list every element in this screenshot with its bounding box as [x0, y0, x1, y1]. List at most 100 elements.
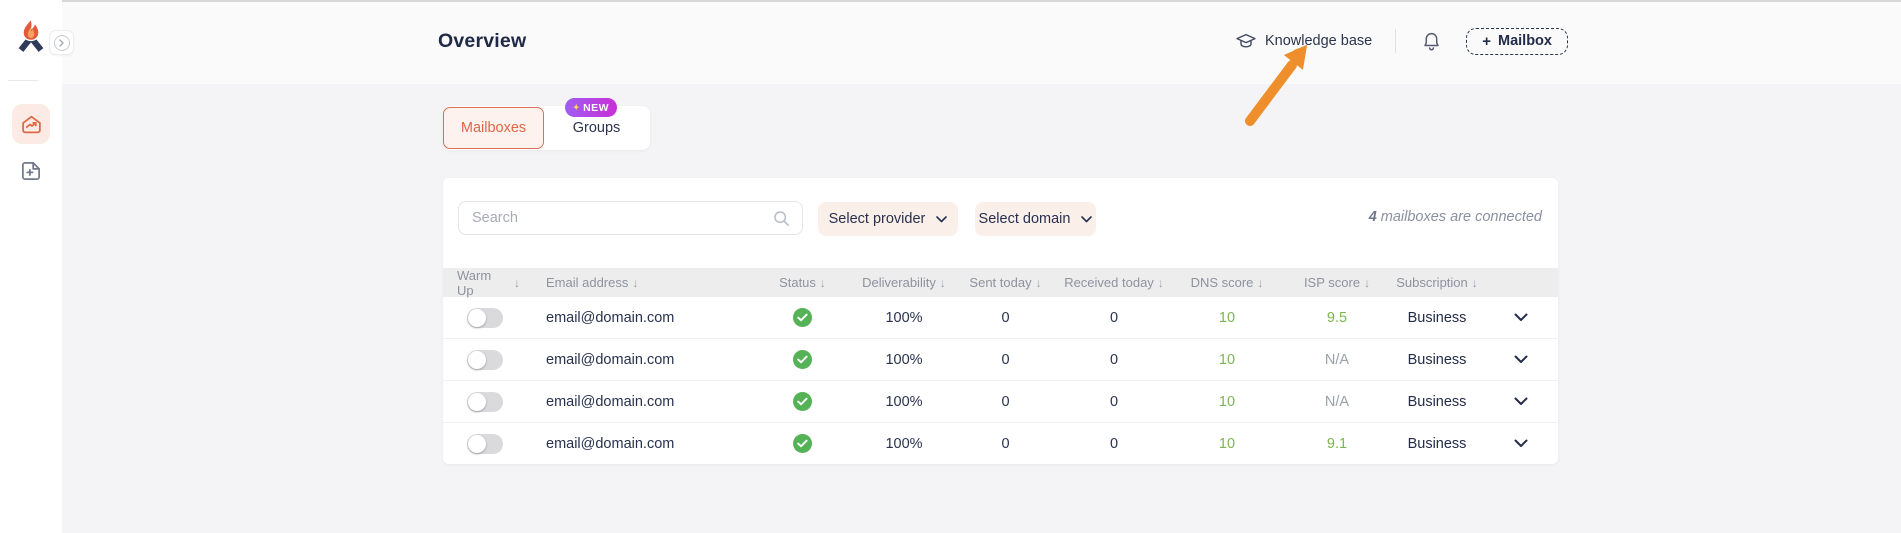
sort-arrow-icon: ↓ [1364, 276, 1370, 290]
search-box [458, 201, 803, 235]
sort-arrow-icon: ↓ [632, 276, 638, 290]
received-today-cell: 0 [1058, 352, 1170, 368]
column-header-status[interactable]: Status↓ [750, 268, 855, 297]
subscription-cell: Business [1390, 436, 1484, 452]
mailboxes-card: Select provider Select domain 4mailboxes… [443, 178, 1558, 464]
check-circle-icon [793, 308, 812, 327]
sent-today-cell: 0 [953, 310, 1058, 326]
expand-cell [1484, 388, 1558, 416]
new-badge-label: NEW [583, 102, 609, 114]
plus-icon: + [1482, 33, 1491, 50]
column-header-received-today[interactable]: Received today↓ [1058, 268, 1170, 297]
column-header-sent-today[interactable]: Sent today↓ [953, 268, 1058, 297]
subscription-label: Business [1408, 436, 1467, 452]
warmup-cell [443, 350, 520, 370]
top-bar [62, 0, 1901, 84]
dns-score-cell: 10 [1170, 352, 1284, 368]
column-header-isp-score[interactable]: ISP score ↓ [1284, 268, 1390, 297]
expand-cell [1484, 304, 1558, 332]
received-today-cell: 0 [1058, 436, 1170, 452]
table-body: email@domain.com100%00109.5Businessemail… [443, 297, 1558, 464]
column-header-dns-score[interactable]: DNS score↓ [1170, 268, 1284, 297]
sent-today-cell: 0 [953, 436, 1058, 452]
email-cell: email@domain.com [520, 310, 750, 326]
sidebar-divider [8, 80, 38, 81]
toggle-knob [468, 351, 486, 369]
column-header-label: Subscription [1396, 275, 1468, 290]
column-header-expand [1484, 268, 1558, 297]
flame-campfire-logo[interactable] [11, 16, 51, 56]
select-domain-label: Select domain [979, 211, 1071, 227]
mailbox-count-summary: 4mailboxes are connected [1369, 209, 1542, 225]
row-expand-chevron-icon[interactable] [1507, 304, 1535, 332]
home-trend-icon [20, 113, 43, 136]
file-plus-icon [18, 158, 44, 184]
search-input[interactable] [459, 210, 767, 226]
sort-arrow-icon: ↓ [1158, 276, 1164, 290]
table-row: email@domain.com100%00109.5Business [443, 297, 1558, 339]
status-cell [750, 392, 855, 411]
deliverability-cell: 100% [855, 352, 953, 368]
sidebar-item-overview[interactable] [12, 104, 50, 144]
dns-score-cell: 10 [1170, 310, 1284, 326]
search-icon [767, 210, 802, 227]
column-header-subscription[interactable]: Subscription ↓ [1390, 268, 1484, 297]
warmup-toggle[interactable] [467, 392, 503, 412]
column-header-label: Email address [546, 275, 628, 290]
top-bar-actions: Knowledge base + Mailbox [1236, 0, 1568, 82]
subscription-label: Business [1408, 352, 1467, 368]
warmup-cell [443, 434, 520, 454]
warmup-toggle[interactable] [467, 350, 503, 370]
sort-arrow-icon: ↓ [1472, 276, 1478, 290]
sent-today-cell: 0 [953, 394, 1058, 410]
add-mailbox-button[interactable]: + Mailbox [1466, 28, 1568, 55]
column-header-label: ISP score [1304, 275, 1360, 290]
sort-arrow-icon: ↓ [1036, 276, 1042, 290]
sidebar-item-new-document[interactable] [16, 156, 46, 186]
header-divider [1395, 29, 1396, 53]
column-header-label: Warm Up [457, 268, 510, 298]
table-header-row: Warm Up↓Email address↓Status↓Deliverabil… [443, 268, 1558, 297]
status-cell [750, 434, 855, 453]
column-header-warm-up[interactable]: Warm Up↓ [443, 268, 520, 297]
mailbox-count: 4 [1369, 209, 1377, 225]
warmup-cell [443, 392, 520, 412]
warmup-cell [443, 308, 520, 328]
select-domain-dropdown[interactable]: Select domain [975, 202, 1096, 236]
column-header-deliverability[interactable]: Deliverability ↓ [855, 268, 953, 297]
deliverability-cell: 100% [855, 436, 953, 452]
subscription-cell: Business [1390, 394, 1484, 410]
notifications-bell-icon[interactable] [1419, 29, 1443, 53]
check-circle-icon [793, 350, 812, 369]
subscription-label: Business [1408, 310, 1467, 326]
tab-bar: Mailboxes Groups ✦ NEW [443, 106, 650, 150]
row-expand-chevron-icon[interactable] [1507, 346, 1535, 374]
email-cell: email@domain.com [520, 352, 750, 368]
tab-mailboxes[interactable]: Mailboxes [443, 107, 544, 149]
select-provider-dropdown[interactable]: Select provider [818, 202, 958, 236]
received-today-cell: 0 [1058, 310, 1170, 326]
column-header-email-address[interactable]: Email address ↓ [520, 268, 750, 297]
page-title: Overview [438, 0, 526, 82]
sort-arrow-icon: ↓ [820, 276, 826, 290]
sidebar-collapse-button[interactable] [49, 30, 74, 55]
isp-score-cell: 9.1 [1284, 436, 1390, 452]
mailbox-count-text: mailboxes are connected [1381, 209, 1542, 225]
column-header-label: Deliverability [862, 275, 936, 290]
knowledge-base-link[interactable]: Knowledge base [1236, 33, 1372, 50]
deliverability-cell: 100% [855, 310, 953, 326]
warmup-toggle[interactable] [467, 434, 503, 454]
sent-today-cell: 0 [953, 352, 1058, 368]
dns-score-cell: 10 [1170, 394, 1284, 410]
toggle-knob [468, 393, 486, 411]
sidebar [0, 0, 62, 533]
table-row: email@domain.com100%00109.1Business [443, 423, 1558, 464]
row-expand-chevron-icon[interactable] [1507, 388, 1535, 416]
sort-arrow-icon: ↓ [940, 276, 946, 290]
table-row: email@domain.com100%0010N/ABusiness [443, 381, 1558, 423]
deliverability-cell: 100% [855, 394, 953, 410]
sort-arrow-icon: ↓ [1257, 276, 1263, 290]
warmup-toggle[interactable] [467, 308, 503, 328]
row-expand-chevron-icon[interactable] [1507, 430, 1535, 458]
status-cell [750, 350, 855, 369]
